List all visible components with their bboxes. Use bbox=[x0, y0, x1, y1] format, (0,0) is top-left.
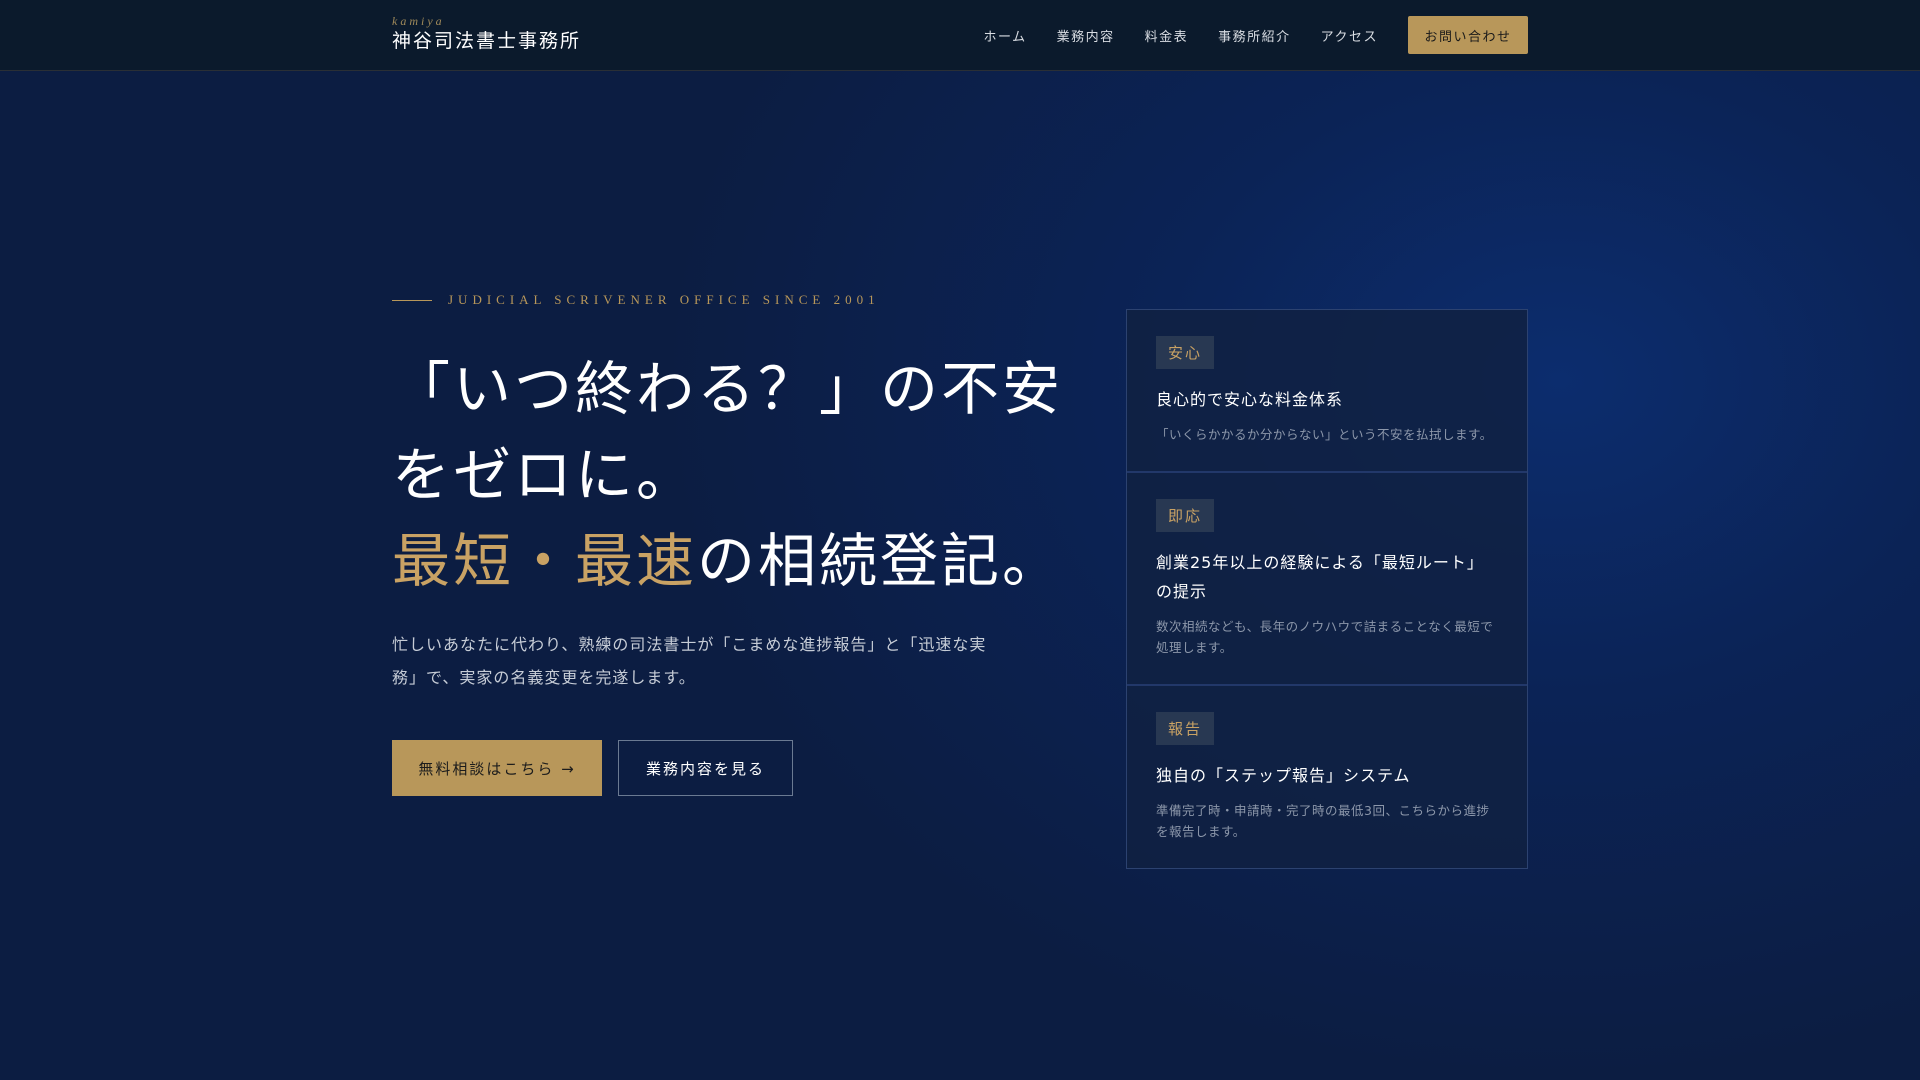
feature-card: 即応 創業25年以上の経験による「最短ルート」の提示 数次相続なども、長年のノウ… bbox=[1127, 473, 1527, 686]
card-badge: 即応 bbox=[1156, 499, 1215, 532]
main-nav: ホーム 業務内容 料金表 事務所紹介 アクセス お問い合わせ bbox=[983, 16, 1528, 54]
headline-line-1: 「いつ終わる？」の不安をゼロに。 bbox=[392, 355, 1064, 509]
feature-card: 報告 独自の「ステップ報告」システム 準備完了時・申請時・完了時の最低3回、こち… bbox=[1127, 686, 1527, 868]
headline-sep: ・ bbox=[514, 527, 576, 595]
free-consultation-button[interactable]: 無料相談はこちら → bbox=[392, 740, 602, 796]
hero-headline: 「いつ終わる？」の不安をゼロに。最短・最速の相続登記。 bbox=[392, 346, 1072, 604]
logo[interactable]: kamiya 神谷司法書士事務所 bbox=[392, 14, 581, 54]
nav-home[interactable]: ホーム bbox=[983, 26, 1026, 45]
eyebrow: JUDICIAL SCRIVENER OFFICE SINCE 2001 bbox=[392, 292, 880, 308]
card-badge: 安心 bbox=[1156, 336, 1215, 369]
headline-gold-1: 最短 bbox=[392, 527, 515, 595]
card-description: 数次相続なども、長年のノウハウで詰まることなく最短で処理します。 bbox=[1156, 619, 1494, 655]
card-description: 「いくらかかるか分からない」という不安を払拭します。 bbox=[1156, 427, 1493, 442]
headline-end: の相続登記。 bbox=[697, 527, 1064, 595]
card-badge: 報告 bbox=[1156, 712, 1215, 745]
nav-services[interactable]: 業務内容 bbox=[1057, 26, 1115, 45]
card-title: 独自の「ステップ報告」システム bbox=[1156, 766, 1411, 785]
view-services-button[interactable]: 業務内容を見る bbox=[618, 740, 793, 796]
contact-button[interactable]: お問い合わせ bbox=[1408, 16, 1528, 54]
logo-subtitle: kamiya bbox=[392, 14, 445, 28]
feature-card: 安心 良心的で安心な料金体系 「いくらかかるか分からない」という不安を払拭します… bbox=[1127, 310, 1527, 473]
headline-gold-2: 最速 bbox=[575, 527, 698, 595]
nav-about[interactable]: 事務所紹介 bbox=[1218, 26, 1291, 45]
nav-pricing[interactable]: 料金表 bbox=[1145, 26, 1189, 45]
site-header: kamiya 神谷司法書士事務所 ホーム 業務内容 料金表 事務所紹介 アクセス… bbox=[0, 0, 1920, 71]
eyebrow-line bbox=[392, 299, 432, 301]
card-description: 準備完了時・申請時・完了時の最低3回、こちらから進捗を報告します。 bbox=[1156, 803, 1490, 839]
logo-title: 神谷司法書士事務所 bbox=[392, 30, 582, 52]
eyebrow-text: JUDICIAL SCRIVENER OFFICE SINCE 2001 bbox=[448, 292, 880, 307]
nav-access[interactable]: アクセス bbox=[1321, 26, 1378, 45]
card-title: 良心的で安心な料金体系 bbox=[1156, 390, 1344, 409]
card-title: 創業25年以上の経験による「最短ルート」の提示 bbox=[1156, 553, 1484, 601]
feature-cards: 安心 良心的で安心な料金体系 「いくらかかるか分からない」という不安を払拭します… bbox=[1126, 309, 1528, 869]
hero-lead: 忙しいあなたに代わり、熟練の司法書士が「こまめな進捗報告」と「迅速な実務」で、実… bbox=[392, 635, 987, 687]
